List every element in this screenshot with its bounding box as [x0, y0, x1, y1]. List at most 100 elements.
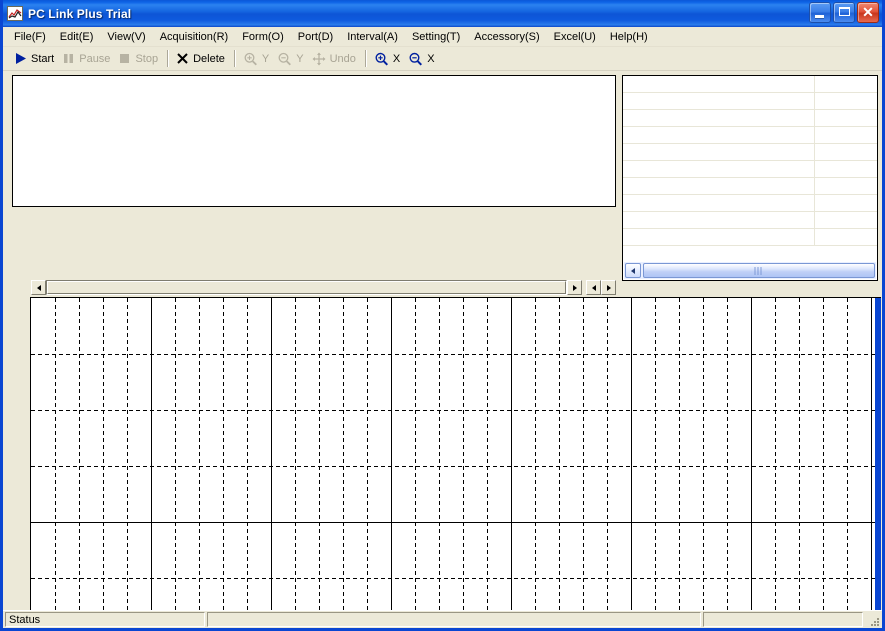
minimize-icon: [815, 15, 824, 18]
chart-gridline-x-minor: [223, 298, 224, 610]
delete-label: Delete: [193, 52, 225, 65]
chart-gridline-x-major: [151, 298, 152, 610]
maximize-button[interactable]: [833, 2, 855, 23]
chevron-left-icon: [36, 284, 41, 291]
chart-plot-area[interactable]: [30, 297, 881, 610]
chart-gridline-y-minor: [31, 410, 881, 411]
minimize-button[interactable]: [809, 2, 831, 23]
chart-gridline-x-minor: [823, 298, 824, 610]
close-button[interactable]: ✕: [857, 2, 879, 23]
chevron-left-icon: [591, 284, 596, 291]
chart-gridline-x-minor: [679, 298, 680, 610]
data-list-horizontal-scrollbar[interactable]: [624, 262, 876, 279]
undo-label: Undo: [329, 52, 356, 65]
chevron-right-icon: [606, 284, 611, 291]
chart-gridline-x-minor: [55, 298, 56, 610]
play-icon: [14, 52, 27, 65]
stop-label: Stop: [135, 52, 159, 65]
step-back-button[interactable]: [586, 280, 601, 295]
chart-gridline-x-minor: [727, 298, 728, 610]
chart-gridline-y-minor: [31, 578, 881, 579]
zoom-in-icon: [374, 52, 389, 66]
page-stepper: [586, 280, 616, 295]
menu-item-edit[interactable]: Edit(E): [53, 29, 101, 45]
zoom-in-y-label: Y: [261, 52, 270, 65]
zoom-out-x-button[interactable]: X: [405, 48, 439, 70]
menu-item-accessory[interactable]: Accessory(S): [467, 29, 546, 45]
step-forward-button[interactable]: [601, 280, 616, 295]
scroll-right-button[interactable]: [567, 280, 582, 295]
chart-gridline-x-major: [271, 298, 272, 610]
zoom-out-icon: [408, 52, 423, 66]
zoom-in-x-label: X: [392, 52, 401, 65]
chart-gridline-y-major: [31, 522, 881, 523]
preview-horizontal-scrollbar[interactable]: [31, 280, 616, 295]
graph-preview-panel[interactable]: [12, 75, 616, 207]
menu-item-interval[interactable]: Interval(A): [340, 29, 405, 45]
close-icon: ✕: [862, 4, 874, 20]
delete-button[interactable]: Delete: [173, 48, 230, 70]
start-label: Start: [31, 52, 55, 65]
menu-item-setting[interactable]: Setting(T): [405, 29, 467, 45]
chart-gridline-x-minor: [319, 298, 320, 610]
data-list-panel[interactable]: [622, 75, 878, 281]
scroll-left-button[interactable]: [31, 280, 46, 295]
stop-button[interactable]: Stop: [115, 48, 163, 70]
toolbar-separator: [233, 50, 236, 67]
status-bar: Status: [3, 610, 882, 628]
chart-gridline-x-minor: [535, 298, 536, 610]
chart-gridline-x-minor: [247, 298, 248, 610]
scroll-thumb[interactable]: [47, 281, 566, 294]
resize-grip[interactable]: [866, 613, 880, 627]
chart-gridline-x-minor: [439, 298, 440, 610]
zoom-in-x-button[interactable]: X: [371, 48, 405, 70]
data-list-column-divider[interactable]: [814, 76, 815, 246]
zoom-out-y-label: Y: [296, 52, 304, 65]
pause-button[interactable]: Pause: [59, 48, 115, 70]
start-button[interactable]: Start: [11, 48, 59, 70]
chart-gridline-x-minor: [583, 298, 584, 610]
chart-gridline-x-minor: [487, 298, 488, 610]
status-pane-tertiary: [703, 612, 863, 627]
scroll-left-button[interactable]: [625, 263, 641, 278]
menu-item-excel[interactable]: Excel(U): [547, 29, 603, 45]
menu-item-file[interactable]: File(F): [7, 29, 53, 45]
scroll-thumb[interactable]: [643, 263, 875, 278]
chart-gridline-x-major: [511, 298, 512, 610]
zoom-out-x-label: X: [427, 52, 435, 65]
toolbar-separator: [364, 50, 367, 67]
zoom-out-y-button[interactable]: Y: [274, 48, 308, 70]
chart-gridline-x-minor: [367, 298, 368, 610]
menu-item-port[interactable]: Port(D): [291, 29, 340, 45]
chart-gridline-x-minor: [127, 298, 128, 610]
stop-icon: [118, 52, 131, 65]
chart-gridline-x-minor: [799, 298, 800, 610]
toolbar: Start Pause Stop Delete Y Y Undo X X: [3, 47, 882, 71]
chart-gridline-y-minor: [31, 354, 881, 355]
window-controls: ✕: [809, 2, 879, 23]
menu-item-help[interactable]: Help(H): [603, 29, 655, 45]
chart-gridline-x-minor: [559, 298, 560, 610]
chart-gridline-x-major: [751, 298, 752, 610]
zoom-in-y-button[interactable]: Y: [240, 48, 274, 70]
pause-label: Pause: [79, 52, 111, 65]
chart-gridline-y-minor: [31, 466, 881, 467]
menu-item-view[interactable]: View(V): [100, 29, 152, 45]
title-bar[interactable]: PC Link Plus Trial ✕: [3, 0, 882, 27]
chart-gridline-x-minor: [295, 298, 296, 610]
menu-item-form[interactable]: Form(O): [235, 29, 291, 45]
chart-gridline-x-minor: [607, 298, 608, 610]
menu-item-acquisition[interactable]: Acquisition(R): [153, 29, 235, 45]
move-cross-icon: [312, 52, 326, 66]
chart-gridline-x-minor: [175, 298, 176, 610]
chart-gridline-x-major: [631, 298, 632, 610]
status-pane-secondary: [207, 612, 701, 627]
chart-gridline-x-minor: [775, 298, 776, 610]
undo-button[interactable]: Undo: [309, 48, 361, 70]
zoom-in-icon: [243, 52, 258, 66]
menu-bar: File(F) Edit(E) View(V) Acquisition(R) F…: [3, 27, 882, 47]
chevron-right-icon: [572, 284, 577, 291]
zoom-out-icon: [277, 52, 292, 66]
chart-gridline-x-minor: [79, 298, 80, 610]
scroll-track[interactable]: [46, 280, 567, 295]
